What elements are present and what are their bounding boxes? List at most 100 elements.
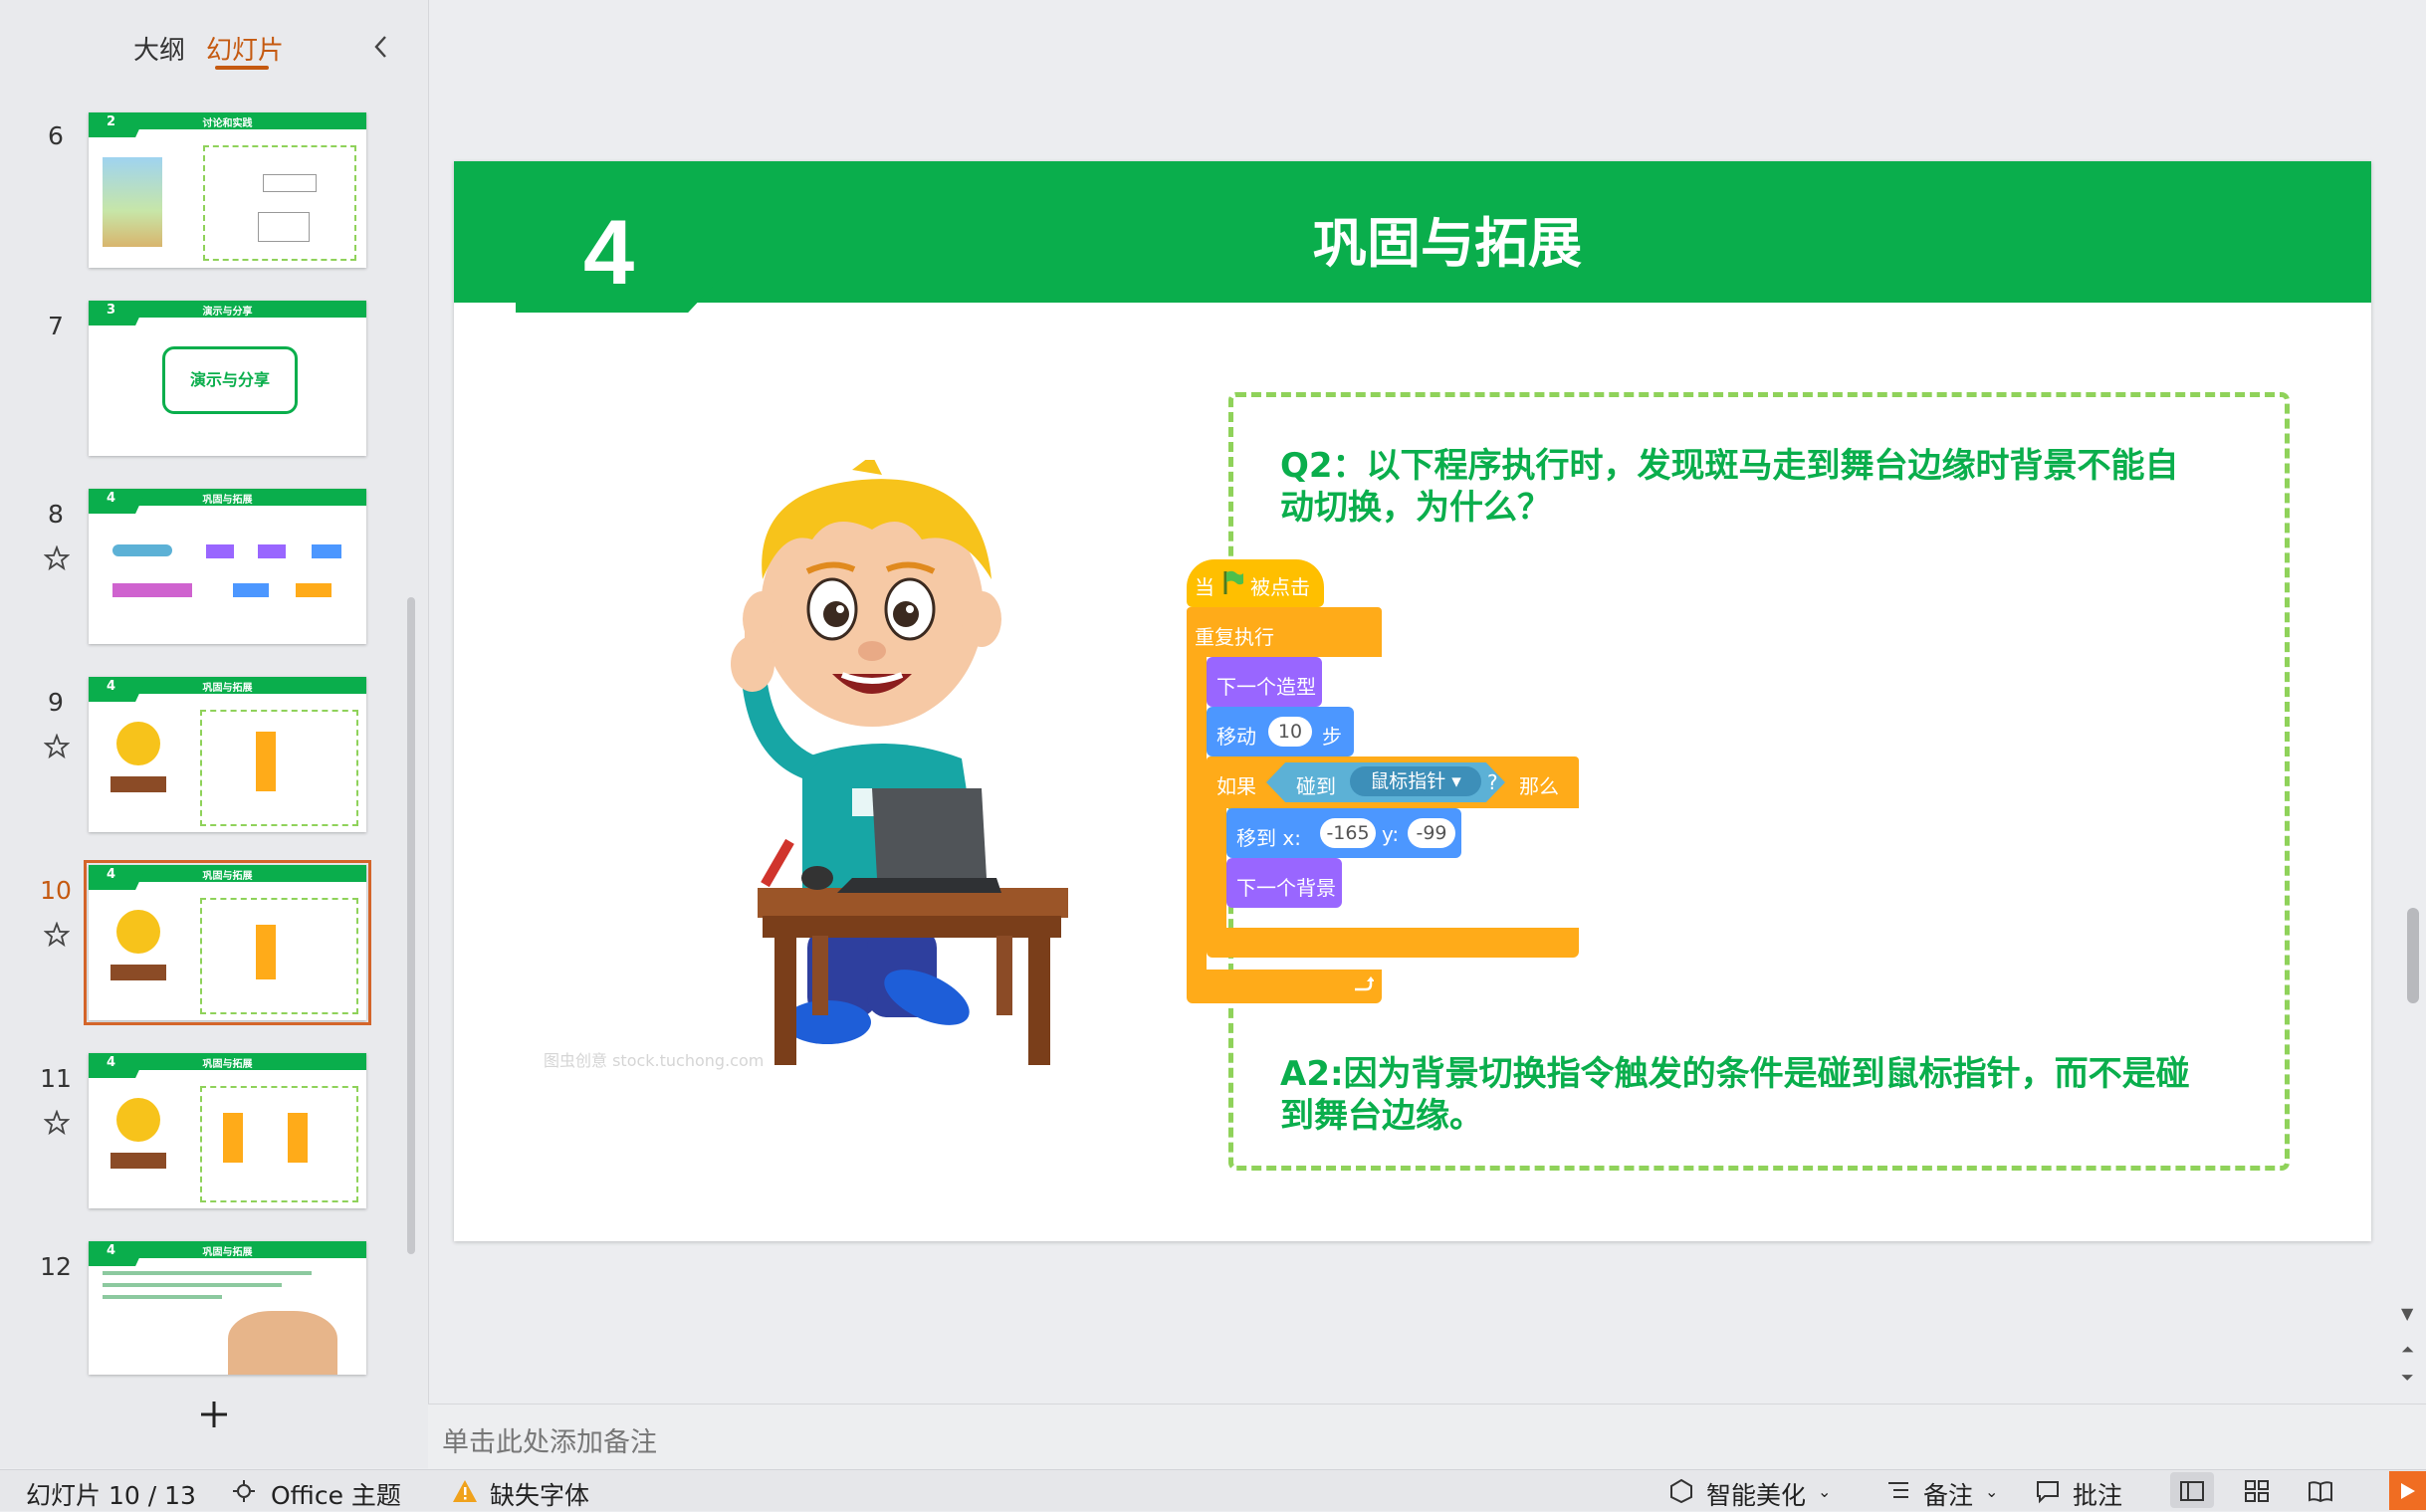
thumb-content-box: 演示与分享 xyxy=(162,346,298,414)
tab-slides[interactable]: 幻灯片 xyxy=(206,30,284,67)
thumb-block xyxy=(112,544,172,556)
star-animation-icon xyxy=(44,1110,70,1136)
goto-x-input[interactable]: -165 xyxy=(1320,818,1376,848)
answer-text[interactable]: A2:因为背景切换指令触发的条件是碰到鼠标指针，而不是碰到舞台边缘。 xyxy=(1280,1053,2206,1137)
add-slide-icon[interactable] xyxy=(199,1400,229,1429)
next-backdrop-label: 下一个背景 xyxy=(1236,876,1336,900)
thumbnail-number: 11 xyxy=(40,1064,72,1093)
thumb-desk xyxy=(110,965,166,980)
slideshow-play-button[interactable] xyxy=(2389,1471,2426,1510)
thumb-desk xyxy=(110,776,166,792)
if-arm xyxy=(1207,806,1226,932)
collapse-panel-icon[interactable] xyxy=(368,30,394,64)
slide-thumbnail-9[interactable]: 4 巩固与拓展 xyxy=(89,677,366,832)
slide-thumbnail-10[interactable]: 4 巩固与拓展 xyxy=(84,860,371,1025)
question-mark-label: ? xyxy=(1487,770,1498,794)
notes-toggle-button[interactable]: 备注 xyxy=(1923,1476,1973,1512)
thumb-block xyxy=(206,544,234,558)
thumb-title: 巩固与拓展 xyxy=(202,683,253,694)
move-label: 移动 xyxy=(1216,725,1256,749)
thumbnail-number: 12 xyxy=(40,1252,72,1281)
notes-icon xyxy=(1888,1482,1908,1498)
forever-label: 重复执行 xyxy=(1195,625,1274,649)
slide-counter: 幻灯片 10 / 13 xyxy=(26,1481,196,1510)
normal-view-icon xyxy=(2180,1481,2204,1501)
previous-slide-icon[interactable]: ⏶ xyxy=(2401,1340,2414,1360)
thumb-block xyxy=(256,925,276,979)
editor-vertical-scrollbar[interactable] xyxy=(2403,0,2426,1404)
thumb-title: 讨论和实践 xyxy=(202,118,253,129)
if-label: 如果 xyxy=(1216,774,1256,798)
next-slide-icon[interactable]: ⏷ xyxy=(2401,1368,2414,1388)
comments-button[interactable]: 批注 xyxy=(2073,1476,2122,1512)
missing-font-button[interactable]: 缺失字体 xyxy=(490,1476,589,1512)
thumb-block xyxy=(223,1113,243,1163)
smart-beautify-icon xyxy=(1670,1478,1692,1504)
play-icon xyxy=(2401,1483,2415,1499)
reading-view-icon[interactable] xyxy=(2308,1478,2333,1504)
theme-icon xyxy=(233,1480,255,1502)
slide-canvas[interactable]: 4 巩固与拓展 图虫创意 stock.tuchong.com Q2：以下程序执行… xyxy=(454,161,2371,1241)
warning-icon xyxy=(453,1480,477,1502)
slide-sorter-icon[interactable] xyxy=(2244,1478,2270,1504)
theme-button[interactable]: Office 主题 xyxy=(271,1476,401,1512)
slide-thumbnail-11[interactable]: 4 巩固与拓展 xyxy=(89,1053,366,1208)
thumbnail-number: 10 xyxy=(40,876,72,905)
tab-outline[interactable]: 大纲 xyxy=(133,30,185,67)
thumb-boy-head xyxy=(116,1098,160,1142)
scroll-down-icon[interactable]: ▼ xyxy=(2401,1304,2413,1323)
chevron-down-icon[interactable]: ⌄ xyxy=(1818,1482,1831,1501)
thumb-block xyxy=(112,583,192,597)
thumb-title: 演示与分享 xyxy=(202,307,253,318)
comment-icon xyxy=(2037,1481,2059,1504)
thumbnail-number: 7 xyxy=(48,312,64,340)
thumb-block xyxy=(258,544,286,558)
thumb-flow-box xyxy=(258,212,310,242)
thumb-dashed-box xyxy=(200,898,358,1014)
thumb-block xyxy=(288,1113,308,1163)
editor-scrollbar-thumb[interactable] xyxy=(2407,908,2419,1003)
thumb-title: 巩固与拓展 xyxy=(202,871,253,882)
active-tab-indicator xyxy=(215,66,269,70)
star-animation-icon xyxy=(44,545,70,571)
dropdown-arrow-icon: ▾ xyxy=(1451,770,1461,792)
thumb-dashed-box xyxy=(203,145,356,261)
thumb-image xyxy=(103,157,162,247)
slide-thumbnail-panel: 大纲 幻灯片 6 2 讨论和实践 7 3 演示与分享 演示与分享 8 4 巩固与… xyxy=(0,0,429,1468)
smart-beautify-button[interactable]: 智能美化 xyxy=(1706,1476,1806,1512)
thumb-boy-head xyxy=(116,722,160,765)
chevron-down-icon[interactable]: ⌄ xyxy=(1985,1482,1998,1501)
touching-label: 碰到 xyxy=(1296,774,1336,798)
next-costume-label: 下一个造型 xyxy=(1216,675,1316,699)
thumb-title: 巩固与拓展 xyxy=(202,1059,253,1070)
slide-thumbnail-12[interactable]: 4 巩固与拓展 xyxy=(89,1241,366,1375)
goto-y-input[interactable]: -99 xyxy=(1408,818,1455,848)
thumb-text-line xyxy=(103,1271,312,1275)
thumbnail-number: 9 xyxy=(48,688,64,717)
thumb-family-image xyxy=(228,1311,337,1375)
notes-placeholder[interactable]: 单击此处添加备注 xyxy=(442,1420,657,1459)
move-steps-input[interactable]: 10 xyxy=(1268,717,1312,747)
slide-thumbnail-7[interactable]: 3 演示与分享 演示与分享 xyxy=(89,301,366,456)
then-label: 那么 xyxy=(1519,774,1559,798)
thumb-title: 巩固与拓展 xyxy=(202,1247,253,1258)
thumb-block xyxy=(233,583,269,597)
move-unit-label: 步 xyxy=(1322,725,1342,749)
thumb-dashed-box xyxy=(200,710,358,826)
hat-suffix-label: 被点击 xyxy=(1250,575,1310,599)
thumb-title: 巩固与拓展 xyxy=(202,495,253,506)
goto-y-label: y: xyxy=(1382,822,1400,846)
thumb-block xyxy=(312,544,341,558)
thumbnail-scrollbar[interactable] xyxy=(407,597,415,1254)
hat-prefix-label: 当 xyxy=(1195,575,1214,599)
thumbnail-number: 8 xyxy=(48,500,64,529)
thumb-text-line xyxy=(103,1295,222,1299)
slide-thumbnail-8[interactable]: 4 巩固与拓展 xyxy=(89,489,366,644)
forever-arm xyxy=(1187,655,1207,973)
goto-label: 移到 x: xyxy=(1236,826,1301,850)
thumb-boy-head xyxy=(116,910,160,954)
notes-pane[interactable]: 单击此处添加备注 xyxy=(428,1404,2426,1470)
touching-target-dropdown[interactable]: 鼠标指针 ▾ xyxy=(1350,766,1481,796)
star-animation-icon xyxy=(44,734,70,759)
slide-thumbnail-6[interactable]: 2 讨论和实践 xyxy=(89,112,366,268)
